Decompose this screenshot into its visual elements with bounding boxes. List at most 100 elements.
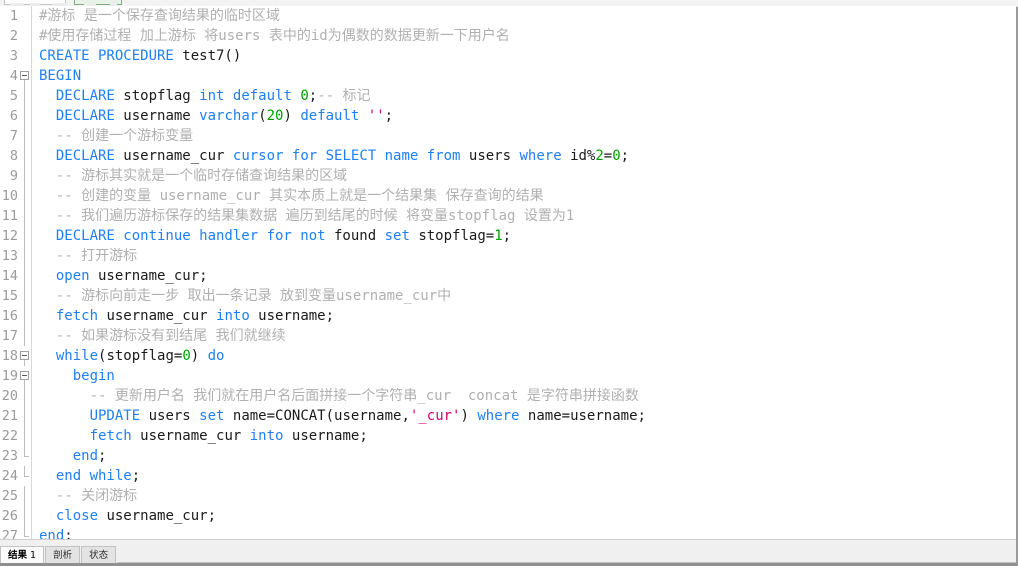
code-line: DECLARE continue handler for not found s…: [39, 226, 1016, 246]
code-line: -- 打开游标: [39, 246, 1016, 266]
code-token-num: 0: [182, 348, 191, 364]
line-number: 24: [0, 466, 32, 486]
code-token-cmt: -- 游标向前走一步 取出一条记录 放到变量username_cur中: [55, 288, 452, 304]
fold-guide-line: [24, 126, 25, 146]
line-number: 14: [0, 266, 32, 286]
result-tab-2[interactable]: 状态: [81, 546, 117, 563]
fold-guide-line: [24, 386, 25, 406]
fold-guide-line: [24, 286, 25, 306]
code-line: fetch username_cur into username;: [39, 306, 1016, 326]
line-number: 21: [0, 406, 32, 426]
fold-guide-line: [24, 186, 25, 206]
code-token-cmt: -- 更新用户名 我们就在用户名后面拼接一个字符串_cur concat 是字符…: [89, 388, 639, 404]
line-number: 1: [0, 6, 32, 26]
result-tab-bar: 结果 1 剖析 状态: [0, 539, 1016, 563]
fold-guide-line: [24, 326, 25, 346]
code-editor[interactable]: 1 2 3 4 5 6 7 8 9 10 11 12 13 14 15 16 17 18 19 20 21 22 23 24 2…: [0, 6, 1016, 539]
code-token-cmt: -- 关闭游标: [55, 488, 138, 504]
line-number: 26: [0, 506, 32, 526]
fold-collapse-icon[interactable]: [20, 351, 29, 360]
fold-guide-line: [24, 486, 25, 506]
fold-collapse-icon[interactable]: [20, 371, 29, 380]
fold-guide: [18, 246, 31, 266]
code-token-plain: ;: [620, 148, 630, 164]
fold-guide: [18, 126, 31, 146]
code-token-kw: close: [55, 508, 99, 524]
code-line: while(stopflag=0) do: [39, 346, 1016, 366]
code-token-kw: do: [207, 348, 225, 364]
code-line: fetch username_cur into username;: [39, 426, 1016, 446]
line-number: 17: [0, 326, 32, 346]
fold-toggle-icon[interactable]: [18, 366, 31, 386]
line-number-gutter: 1 2 3 4 5 6 7 8 9 10 11 12 13 14 15 16 17 18 19 20 21 22 23 24 2…: [0, 6, 32, 539]
fold-guide-line: [24, 226, 25, 246]
fold-guide-line: [24, 206, 25, 226]
code-token-kw: set: [384, 228, 410, 244]
line-number: 3: [0, 46, 32, 66]
code-token-plain: ;: [384, 108, 394, 124]
code-token-plain: (stopflag=: [98, 348, 183, 364]
code-line: end;: [39, 446, 1016, 466]
code-token-kw: BEGIN: [39, 68, 82, 84]
code-line: -- 创建一个游标变量: [39, 126, 1016, 146]
fold-guide-line: [24, 246, 25, 266]
code-line: BEGIN: [39, 66, 1016, 86]
code-token-kw: DECLARE: [55, 148, 115, 164]
tab-bar-filler: [117, 545, 1016, 563]
fold-guide: [18, 486, 31, 506]
fold-guide-line: [24, 406, 25, 426]
fold-guide-line: [24, 266, 25, 286]
code-token-plain: ;: [502, 228, 512, 244]
fold-guide-line: [24, 146, 25, 166]
fold-collapse-icon[interactable]: [20, 71, 29, 80]
code-token-kw: begin: [72, 368, 115, 384]
code-token-plain: users: [460, 148, 520, 164]
code-token-plain: ): [460, 408, 478, 424]
code-token-num: 20: [266, 108, 284, 124]
fold-guide: [18, 86, 31, 106]
code-token-plain: ): [190, 348, 208, 364]
line-number: 12: [0, 226, 32, 246]
code-token-plain: username_cur;: [98, 508, 217, 524]
code-token-kw: into: [249, 428, 284, 444]
fold-guide: [18, 226, 31, 246]
result-tab-0[interactable]: 结果 1: [0, 546, 45, 563]
code-token-cmt: -- 打开游标: [55, 248, 138, 264]
line-number: 5: [0, 86, 32, 106]
code-token-kw: set: [199, 408, 225, 424]
fold-toggle-icon[interactable]: [18, 346, 31, 366]
fold-toggle-icon[interactable]: [18, 66, 31, 86]
code-line: -- 游标向前走一步 取出一条记录 放到变量username_cur中: [39, 286, 1016, 306]
fold-end-line: [24, 526, 29, 537]
code-line: DECLARE username_cur cursor for SELECT n…: [39, 146, 1016, 166]
line-number: 23: [0, 446, 32, 466]
result-tab-1[interactable]: 剖析: [45, 546, 81, 563]
code-line: -- 游标其实就是一个临时存储查询结果的区域: [39, 166, 1016, 186]
code-token-plain: username_cur;: [89, 268, 208, 284]
fold-guide-line: [24, 426, 25, 446]
code-token-plain: ;: [64, 528, 73, 539]
code-area[interactable]: #游标 是一个保存查询结果的临时区域 #使用存储过程 加上游标 将users 表中…: [32, 6, 1016, 539]
fold-empty: [18, 26, 31, 46]
code-token-kw: DECLARE continue handler for not: [55, 228, 326, 244]
code-token-cmt: -- 我们遍历游标保存的结果集数据 遍历到结尾的时候 将变量stopflag 设…: [55, 208, 575, 224]
code-token-plain: (: [258, 108, 267, 124]
code-line: #使用存储过程 加上游标 将users 表中的id为偶数的数据更新一下用户名: [39, 26, 1016, 46]
code-token-plain: username_cur: [131, 428, 250, 444]
code-token-plain: ;: [131, 468, 141, 484]
fold-guide: [18, 186, 31, 206]
line-number: 8: [0, 146, 32, 166]
fold-end-marker: [18, 466, 31, 486]
